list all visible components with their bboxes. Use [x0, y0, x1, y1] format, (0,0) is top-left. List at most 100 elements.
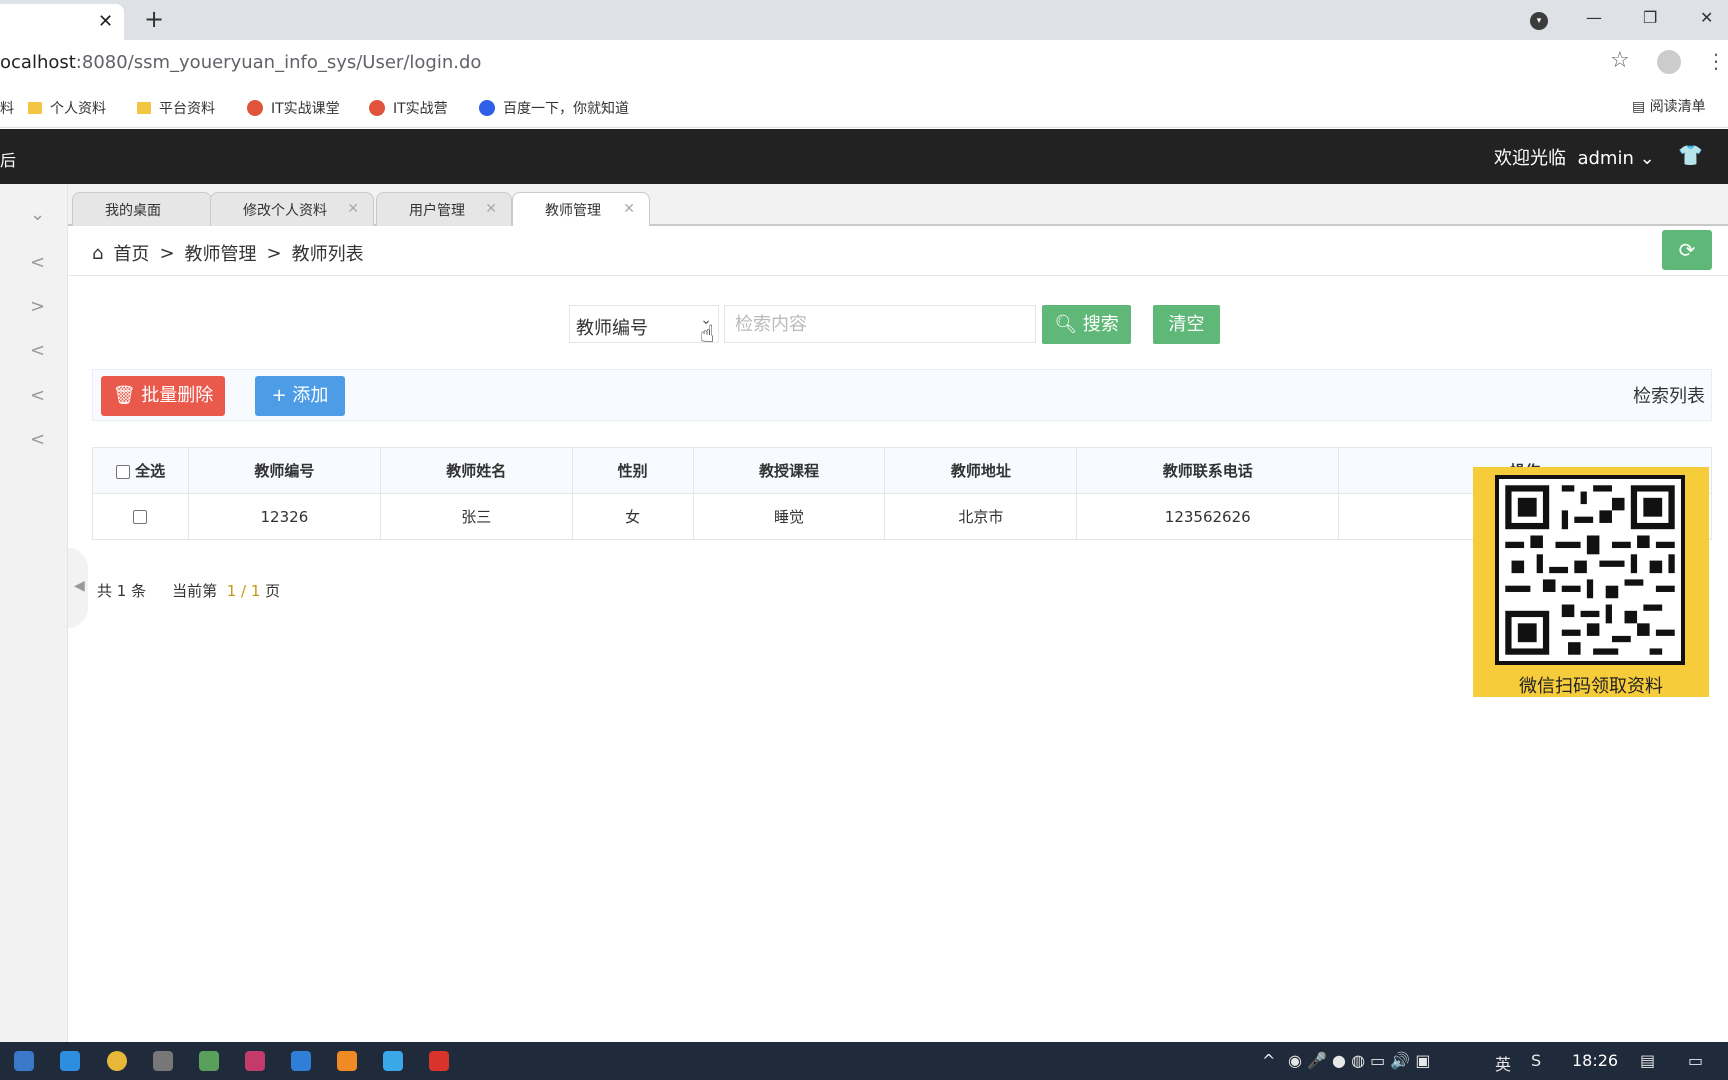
add-button[interactable]: + 添加 — [255, 376, 345, 416]
search-input[interactable] — [724, 305, 1036, 343]
ime-indicator[interactable]: 英 — [1495, 1051, 1511, 1075]
notification-icon[interactable]: ▤ — [1640, 1051, 1655, 1070]
add-label: 添加 — [292, 385, 329, 406]
triangle-left-icon: ◀ — [74, 578, 85, 594]
sogou-icon[interactable]: S — [1531, 1051, 1541, 1070]
address-bar[interactable]: ocalhost:8080/ssm_youeryuan_info_sys/Use… — [0, 40, 1728, 84]
file-explorer-icon[interactable] — [14, 1051, 34, 1071]
profile-avatar-icon[interactable] — [1657, 50, 1681, 74]
chrome-icon[interactable] — [107, 1051, 127, 1071]
pager-text: 当前第 — [172, 582, 218, 600]
browser-tabstrip: ✕ + ▾ — ❐ ✕ — [0, 0, 1728, 40]
url-host: ocalhost — [0, 52, 76, 73]
home-icon: ⌂ — [92, 242, 104, 264]
app-icon[interactable] — [199, 1051, 219, 1071]
search-button[interactable]: 🔍︎ 搜索 — [1042, 305, 1131, 344]
tab-label: 用户管理 — [409, 202, 465, 219]
bookmark-item[interactable]: 百度一下，你就知道 — [479, 98, 629, 118]
wps-icon[interactable] — [429, 1051, 449, 1071]
restore-icon[interactable]: ❐ — [1643, 6, 1657, 30]
refresh-button[interactable]: ⟳ — [1662, 230, 1712, 270]
reading-list-button[interactable]: ▤ 阅读清单 — [1632, 96, 1706, 116]
tab-user-management[interactable]: 用户管理 ✕ — [376, 192, 512, 226]
menu-kebab-icon[interactable]: ⋮ — [1706, 48, 1726, 74]
row-select-cell — [92, 493, 189, 540]
cell-course: 睡觉 — [692, 493, 886, 540]
column-header: 教师编号 — [187, 447, 381, 494]
close-icon[interactable]: ✕ — [98, 12, 113, 32]
taskbar-clock[interactable]: 18:26 — [1572, 1051, 1618, 1070]
column-header: 教师联系电话 — [1076, 447, 1340, 494]
row-checkbox[interactable] — [133, 510, 148, 524]
divider — [68, 275, 1728, 276]
chevron-left-icon[interactable]: < — [30, 429, 45, 450]
theme-shirt-icon[interactable]: 👕 — [1678, 143, 1703, 167]
chevron-down-icon[interactable]: ⌄ — [30, 204, 45, 225]
user-menu[interactable]: 欢迎光临 admin ⌄ — [1494, 144, 1655, 170]
chevron-left-icon[interactable]: < — [30, 252, 45, 273]
action-center-icon[interactable]: ▭ — [1688, 1051, 1703, 1070]
search-icon: 🔍︎ — [1054, 314, 1078, 335]
itshizhanying-icon — [369, 100, 385, 116]
sublime-icon[interactable] — [337, 1051, 357, 1071]
bookmark-item[interactable]: IT实战营 — [369, 98, 448, 118]
select-all-cell: 全选 — [92, 447, 189, 494]
bookmark-label: 个人资料 — [50, 101, 106, 117]
bookmark-label: 百度一下，你就知道 — [503, 101, 629, 117]
app-header: 后 欢迎光临 admin ⌄ 👕 — [0, 129, 1728, 184]
table-row: 12326 张三 女 睡觉 北京市 123562626 — [92, 493, 1712, 540]
cell-teacher-name: 张三 — [379, 493, 573, 540]
bookmark-item[interactable]: 个人资料 — [28, 98, 106, 118]
batch-delete-button[interactable]: 🗑 批量删除 — [101, 376, 225, 416]
network-icon[interactable] — [383, 1051, 403, 1071]
intellij-icon[interactable] — [245, 1051, 265, 1071]
browser-tab[interactable]: ✕ — [0, 4, 124, 40]
close-icon[interactable]: ✕ — [485, 201, 497, 217]
column-header: 教师地址 — [884, 447, 1078, 494]
search-field-select[interactable]: 教师编号 ⌄ — [569, 305, 719, 343]
breadcrumb-teacher-management[interactable]: 教师管理 — [185, 240, 257, 266]
tray-icons[interactable]: ◉ 🎤 ● ◍ ▭ 🔊 ▣ — [1288, 1051, 1430, 1070]
column-header: 教授课程 — [692, 447, 886, 494]
url-text[interactable]: ocalhost:8080/ssm_youeryuan_info_sys/Use… — [0, 52, 481, 73]
minimize-icon[interactable]: — — [1586, 6, 1602, 30]
username: admin — [1577, 148, 1634, 169]
tab-search-icon[interactable]: ▾ — [1530, 12, 1548, 30]
tab-label: 我的桌面 — [105, 202, 161, 219]
batch-delete-label: 批量删除 — [141, 385, 214, 406]
new-tab-button[interactable]: + — [144, 5, 164, 33]
tab-desktop[interactable]: 我的桌面 — [72, 192, 212, 226]
close-icon[interactable]: ✕ — [623, 201, 635, 217]
bookmark-label: 平台资料 — [159, 101, 215, 117]
bookmark-item[interactable]: 料 — [0, 98, 14, 118]
tab-edit-profile[interactable]: 修改个人资料 ✕ — [210, 192, 374, 226]
close-icon[interactable]: ✕ — [347, 201, 359, 217]
sidebar-collapse-handle[interactable]: ◀ — [68, 548, 88, 628]
settings-icon[interactable] — [153, 1051, 173, 1071]
bookmark-star-icon[interactable]: ☆ — [1610, 48, 1630, 74]
table-header-row: 全选 教师编号 教师姓名 性别 教授课程 教师地址 教师联系电话 操作 — [92, 447, 1712, 494]
reading-list-label: 阅读清单 — [1649, 99, 1706, 115]
folder-icon — [137, 102, 151, 114]
window-close-icon[interactable]: ✕ — [1700, 6, 1713, 30]
select-all-checkbox[interactable] — [115, 464, 130, 479]
tab-label: 修改个人资料 — [243, 202, 327, 219]
photos-icon[interactable] — [291, 1051, 311, 1071]
qr-code — [1495, 475, 1685, 665]
pager-text: 条 — [131, 582, 147, 600]
search-button-label: 搜索 — [1082, 314, 1119, 335]
cell-phone: 123562626 — [1076, 493, 1340, 540]
tab-teacher-management[interactable]: 教师管理 ✕ — [512, 192, 650, 226]
breadcrumb-home[interactable]: 首页 — [113, 240, 149, 266]
pager-total: 1 — [116, 582, 127, 600]
bookmark-item[interactable]: 平台资料 — [137, 98, 215, 118]
tray-chevron-up-icon[interactable]: ^ — [1262, 1051, 1275, 1070]
chevron-right-icon[interactable]: > — [30, 296, 45, 317]
clear-button[interactable]: 清空 — [1153, 305, 1220, 344]
cell-gender: 女 — [571, 493, 694, 540]
bookmark-item[interactable]: IT实战课堂 — [247, 98, 340, 118]
itketang-icon — [247, 100, 263, 116]
chevron-left-icon[interactable]: < — [30, 340, 45, 361]
chevron-left-icon[interactable]: < — [30, 385, 45, 406]
feishu-icon[interactable] — [60, 1051, 80, 1071]
